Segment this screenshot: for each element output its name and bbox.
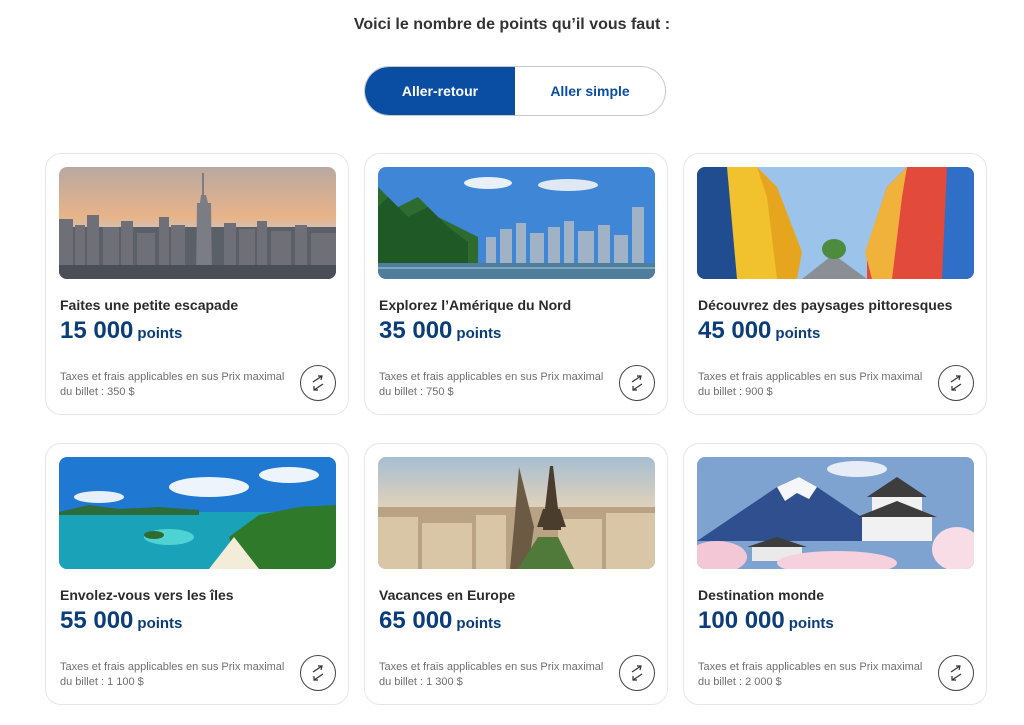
points-number: 15 000	[60, 317, 134, 344]
paris-eiffel-tower-image	[378, 457, 655, 569]
reward-card-scenic[interactable]: Découvrez des paysages pittoresques 45 0…	[683, 153, 987, 415]
round-trip-arrows-icon[interactable]	[938, 365, 974, 401]
fare-note: Taxes et frais applicables en sus Prix m…	[698, 371, 923, 398]
reward-card-islands[interactable]: Envolez-vous vers les îles 55 000 points …	[45, 443, 349, 705]
round-trip-arrows-icon[interactable]	[619, 655, 655, 691]
page-heading: Voici le nombre de points qu’il vous fau…	[353, 16, 671, 33]
points-unit: points	[456, 325, 502, 342]
round-trip-arrows-icon[interactable]	[619, 365, 655, 401]
points-value: 55 000 points	[60, 607, 182, 635]
reward-card-world[interactable]: Destination monde 100 000 points Taxes et…	[683, 443, 987, 705]
card-title: Explorez l’Amérique du Nord	[379, 297, 572, 313]
card-title: Envolez-vous vers les îles	[60, 587, 234, 603]
points-unit: points	[775, 325, 821, 342]
fare-note: Taxes et frais applicables en sus Prix m…	[379, 661, 604, 688]
tropical-beach-image	[59, 457, 336, 569]
reward-card-north-america[interactable]: Explorez l’Amérique du Nord 35 000 points…	[364, 153, 668, 415]
points-unit: points	[788, 615, 834, 632]
card-title: Destination monde	[698, 587, 825, 603]
points-number: 65 000	[379, 607, 453, 634]
card-title: Vacances en Europe	[379, 587, 516, 603]
fare-note: Taxes et frais applicables en sus Prix m…	[379, 371, 604, 398]
fare-note: Taxes et frais applicables en sus Prix m…	[698, 661, 923, 688]
points-number: 55 000	[60, 607, 134, 634]
round-trip-option[interactable]: Aller-retour	[365, 67, 515, 115]
card-title: Faites une petite escapade	[60, 297, 239, 313]
round-trip-arrows-icon[interactable]	[300, 655, 336, 691]
reward-card-europe[interactable]: Vacances en Europe 65 000 points Taxes et…	[364, 443, 668, 705]
new-york-skyline-image	[59, 167, 336, 279]
points-value: 45 000 points	[698, 317, 820, 345]
points-value: 65 000 points	[379, 607, 501, 635]
points-number: 45 000	[698, 317, 772, 344]
round-trip-arrows-icon[interactable]	[938, 655, 974, 691]
points-value: 15 000 points	[60, 317, 182, 345]
one-way-option[interactable]: Aller simple	[515, 67, 665, 115]
mount-fuji-castle-image	[697, 457, 974, 569]
points-number: 100 000	[698, 607, 785, 634]
card-title: Découvrez des paysages pittoresques	[698, 297, 953, 313]
fare-note: Taxes et frais applicables en sus Prix m…	[60, 371, 285, 398]
colorful-street-image	[697, 167, 974, 279]
points-value: 100 000 points	[698, 607, 834, 635]
points-value: 35 000 points	[379, 317, 501, 345]
vancouver-harbour-image	[378, 167, 655, 279]
fare-note: Taxes et frais applicables en sus Prix m…	[60, 661, 285, 688]
reward-card-escapade[interactable]: Faites une petite escapade 15 000 points …	[45, 153, 349, 415]
trip-type-toggle: Aller-retour Aller simple	[364, 66, 666, 116]
points-number: 35 000	[379, 317, 453, 344]
round-trip-arrows-icon[interactable]	[300, 365, 336, 401]
points-unit: points	[137, 615, 183, 632]
points-unit: points	[137, 325, 183, 342]
points-unit: points	[456, 615, 502, 632]
